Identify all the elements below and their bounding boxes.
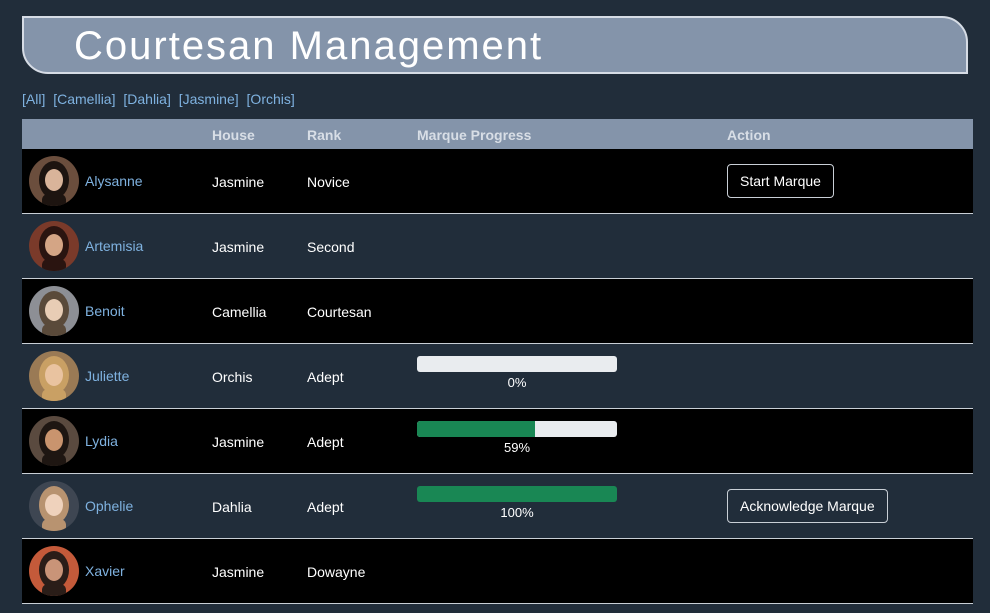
house-cell: Orchis bbox=[212, 369, 253, 385]
avatar bbox=[29, 481, 79, 531]
table-row: Artemisia Jasmine Second bbox=[22, 214, 973, 279]
title-banner: Courtesan Management bbox=[22, 16, 968, 74]
table-row: Benoit Camellia Courtesan bbox=[22, 279, 973, 344]
rank-cell: Courtesan bbox=[307, 304, 372, 320]
courtesan-name-link[interactable]: Xavier bbox=[85, 563, 125, 579]
rank-cell: Adept bbox=[307, 499, 344, 515]
progress-percent-label: 59% bbox=[503, 440, 531, 455]
page-title: Courtesan Management bbox=[74, 24, 544, 68]
house-cell: Dahlia bbox=[212, 499, 252, 515]
courtesan-name-link[interactable]: Juliette bbox=[85, 368, 129, 384]
avatar bbox=[29, 286, 79, 336]
avatar bbox=[29, 351, 79, 401]
rank-cell: Second bbox=[307, 239, 355, 255]
house-cell: Jasmine bbox=[212, 434, 265, 450]
progress-bar-track bbox=[417, 356, 617, 372]
courtesan-name-link[interactable]: Lydia bbox=[85, 433, 118, 449]
rank-cell: Adept bbox=[307, 369, 344, 385]
progress-bar-track bbox=[417, 421, 617, 437]
house-cell: Jasmine bbox=[212, 174, 265, 190]
column-header-action: Action bbox=[727, 127, 771, 143]
table-row: Ophelie Dahlia Adept 100% Acknowledge Marque bbox=[22, 474, 973, 539]
marque-progress: 100% bbox=[417, 486, 617, 520]
progress-percent-label: 0% bbox=[507, 375, 527, 390]
table-row: Alysanne Jasmine Novice Start Marque bbox=[22, 149, 973, 214]
avatar bbox=[29, 546, 79, 596]
column-header-rank: Rank bbox=[307, 127, 342, 143]
avatar bbox=[29, 221, 79, 271]
progress-bar-track bbox=[417, 486, 617, 502]
avatar bbox=[29, 416, 79, 466]
table-row: Lydia Jasmine Adept 59% bbox=[22, 409, 973, 474]
courtesan-name-link[interactable]: Alysanne bbox=[85, 173, 143, 189]
progress-bar-fill bbox=[417, 421, 535, 437]
house-cell: Jasmine bbox=[212, 564, 265, 580]
filter-orchis-link[interactable]: [Orchis] bbox=[247, 91, 295, 107]
house-cell: Jasmine bbox=[212, 239, 265, 255]
avatar bbox=[29, 156, 79, 206]
courtesan-name-link[interactable]: Artemisia bbox=[85, 238, 143, 254]
table-row: Juliette Orchis Adept 0% bbox=[22, 344, 973, 409]
courtesan-name-link[interactable]: Benoit bbox=[85, 303, 125, 319]
progress-percent-label: 100% bbox=[500, 505, 534, 520]
marque-progress: 0% bbox=[417, 356, 617, 390]
filter-all-link[interactable]: [All] bbox=[22, 91, 45, 107]
rank-cell: Novice bbox=[307, 174, 350, 190]
progress-bar-fill bbox=[417, 486, 617, 502]
filter-jasmine-link[interactable]: [Jasmine] bbox=[179, 91, 239, 107]
filter-dahlia-link[interactable]: [Dahlia] bbox=[123, 91, 170, 107]
start-marque-button[interactable]: Start Marque bbox=[727, 164, 834, 198]
acknowledge-marque-button[interactable]: Acknowledge Marque bbox=[727, 489, 888, 523]
house-filter-bar: [All] [Camellia] [Dahlia] [Jasmine] [Orc… bbox=[22, 91, 299, 107]
table-body: Alysanne Jasmine Novice Start Marque Artemis… bbox=[22, 149, 973, 604]
rank-cell: Adept bbox=[307, 434, 344, 450]
filter-camellia-link[interactable]: [Camellia] bbox=[53, 91, 115, 107]
courtesan-table: House Rank Marque Progress Action Alysan… bbox=[22, 119, 973, 604]
rank-cell: Dowayne bbox=[307, 564, 366, 580]
courtesan-name-link[interactable]: Ophelie bbox=[85, 498, 133, 514]
column-header-marque-progress: Marque Progress bbox=[417, 127, 532, 143]
table-row: Xavier Jasmine Dowayne bbox=[22, 539, 973, 604]
table-header: House Rank Marque Progress Action bbox=[22, 119, 973, 149]
column-header-house: House bbox=[212, 127, 255, 143]
house-cell: Camellia bbox=[212, 304, 267, 320]
marque-progress: 59% bbox=[417, 421, 617, 455]
